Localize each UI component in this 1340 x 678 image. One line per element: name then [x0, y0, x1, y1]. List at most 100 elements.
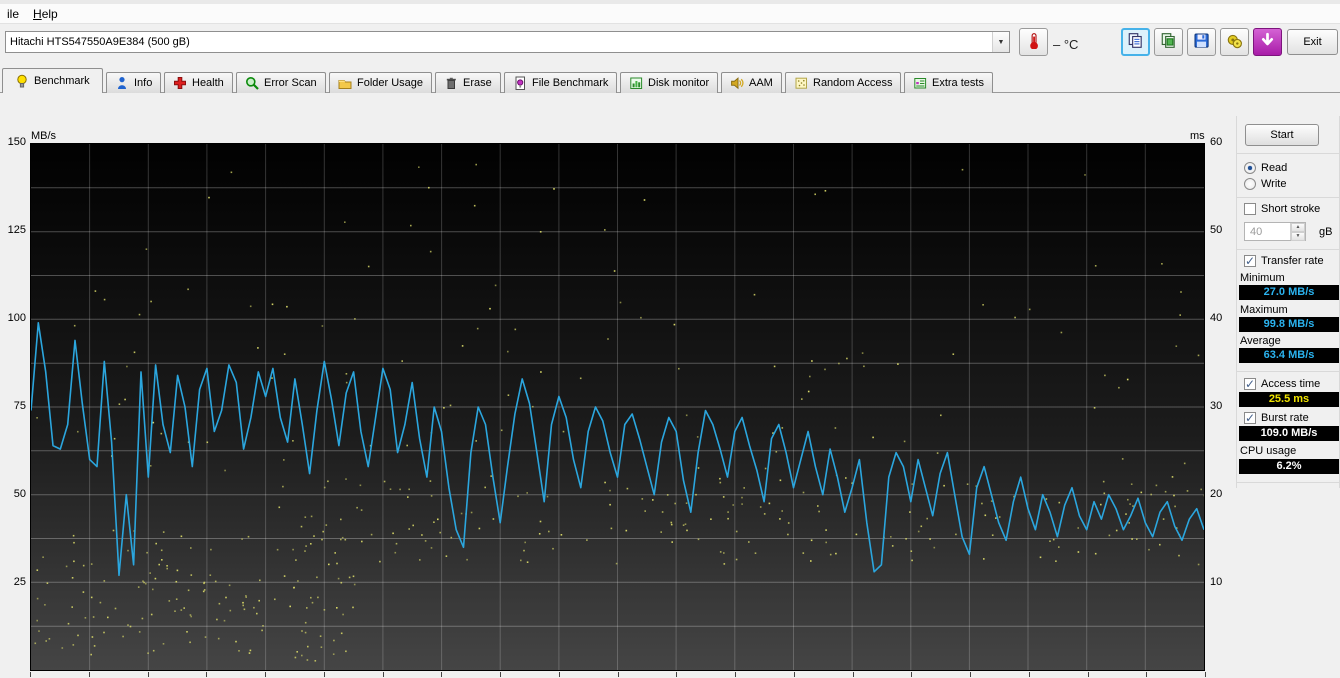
- average-label: Average: [1240, 335, 1281, 347]
- access-time-box[interactable]: [1244, 377, 1256, 391]
- file-benchmark-icon: [513, 76, 528, 91]
- read-radio[interactable]: Read: [1244, 161, 1287, 175]
- tab-label: Disk monitor: [648, 77, 710, 89]
- read-radio-label: Read: [1261, 162, 1288, 174]
- bottom-axis-tick: [30, 672, 31, 677]
- bottom-axis-tick: [735, 672, 736, 677]
- menu-file[interactable]: ile: [0, 5, 26, 23]
- options-button[interactable]: [1220, 28, 1249, 56]
- bottom-axis-tick: [148, 672, 149, 677]
- error-scan-icon: [245, 76, 260, 91]
- tab-bar: Benchmark Info Health Error Scan Folder Usag…: [0, 68, 1340, 93]
- tab-aam[interactable]: AAM: [721, 72, 782, 93]
- average-value: 63.4 MB/s: [1239, 348, 1339, 363]
- bottom-axis-tick: [794, 672, 795, 677]
- read-radio-circle[interactable]: [1244, 162, 1256, 174]
- write-radio-label: Write: [1261, 178, 1287, 190]
- spinner-up-icon[interactable]: ▲: [1291, 223, 1305, 232]
- right-axis-tick: 10: [1210, 576, 1223, 588]
- bottom-axis-tick: [1029, 672, 1030, 677]
- menu-help[interactable]: Help: [26, 5, 65, 23]
- chevron-down-icon[interactable]: ▼: [992, 32, 1009, 52]
- extra-tests-icon: [913, 76, 928, 91]
- short-stroke-box[interactable]: [1244, 203, 1256, 215]
- tab-label: Random Access: [813, 77, 893, 89]
- copy-image-button[interactable]: [1154, 28, 1183, 56]
- bottom-axis-tick: [1146, 672, 1147, 677]
- tab-label: File Benchmark: [532, 77, 609, 89]
- start-button[interactable]: Start: [1245, 124, 1319, 146]
- tab-erase[interactable]: Erase: [435, 72, 501, 93]
- tab-folder-usage[interactable]: Folder Usage: [329, 72, 433, 93]
- left-axis-tick: 100: [7, 312, 26, 324]
- tab-health[interactable]: Health: [164, 72, 233, 93]
- spinner-arrows[interactable]: ▲ ▼: [1290, 223, 1305, 241]
- bottom-axis-tick: [383, 672, 384, 677]
- folder-icon: [338, 76, 353, 91]
- tab-label: Health: [192, 77, 224, 89]
- temperature-value: – °C: [1053, 37, 1079, 52]
- tab-disk-monitor[interactable]: Disk monitor: [620, 72, 719, 93]
- burst-rate-value: 109.0 MB/s: [1239, 426, 1339, 441]
- health-icon: [173, 76, 188, 91]
- right-axis-tick: 40: [1210, 312, 1223, 324]
- transfer-rate-label: Transfer rate: [1261, 255, 1324, 267]
- bottom-axis-tick: [911, 672, 912, 677]
- tab-label: Erase: [463, 77, 492, 89]
- right-axis-tick: 50: [1210, 224, 1223, 236]
- right-axis-tick: 20: [1210, 488, 1223, 500]
- exit-button[interactable]: Exit: [1287, 29, 1338, 55]
- left-axis-unit-label: MB/s: [31, 130, 57, 142]
- download-button[interactable]: [1253, 28, 1282, 56]
- write-radio[interactable]: Write: [1244, 177, 1286, 191]
- tab-label: Folder Usage: [357, 77, 424, 89]
- temperature-button[interactable]: [1019, 28, 1048, 56]
- tab-error-scan[interactable]: Error Scan: [236, 72, 326, 93]
- bottom-axis-tick: [853, 672, 854, 677]
- spinner-down-icon[interactable]: ▼: [1291, 232, 1305, 241]
- tab-extra-tests[interactable]: Extra tests: [904, 72, 993, 93]
- access-time-value: 25.5 ms: [1239, 392, 1339, 407]
- transfer-rate-box[interactable]: [1244, 254, 1256, 268]
- transfer-rate-checkbox[interactable]: Transfer rate: [1244, 254, 1324, 268]
- tab-file-benchmark[interactable]: File Benchmark: [504, 72, 618, 93]
- aam-icon: [730, 76, 745, 91]
- drive-selector-combobox[interactable]: Hitachi HTS547550A9E384 (500 gB) ▼: [5, 31, 1010, 53]
- burst-rate-box[interactable]: [1244, 411, 1256, 425]
- right-axis-tick: 30: [1210, 400, 1223, 412]
- separator: [1237, 371, 1340, 372]
- tab-random-access[interactable]: Random Access: [785, 72, 902, 93]
- left-axis-tick: 150: [7, 136, 26, 148]
- bottom-axis-tick: [265, 672, 266, 677]
- tab-label: AAM: [749, 77, 773, 89]
- access-time-checkbox[interactable]: Access time: [1244, 377, 1320, 391]
- minimum-value: 27.0 MB/s: [1239, 285, 1339, 300]
- capacity-spinner[interactable]: 40 ▲ ▼: [1244, 222, 1306, 241]
- short-stroke-checkbox[interactable]: Short stroke: [1244, 202, 1320, 216]
- disk-monitor-icon: [629, 76, 644, 91]
- info-icon: [115, 76, 130, 91]
- bottom-axis-tick: [559, 672, 560, 677]
- bottom-axis-tick: [89, 672, 90, 677]
- burst-rate-checkbox[interactable]: Burst rate: [1244, 411, 1309, 425]
- write-radio-circle[interactable]: [1244, 178, 1256, 190]
- bottom-axis-tick: [1205, 672, 1206, 677]
- separator: [1237, 249, 1340, 250]
- separator: [1237, 153, 1340, 154]
- tab-benchmark[interactable]: Benchmark: [2, 68, 103, 93]
- left-axis-tick: 125: [7, 224, 26, 236]
- benchmark-controls-panel: Start Read Write Short stroke 40 ▲▼ gB T…: [1236, 116, 1340, 488]
- toolbar: Hitachi HTS547550A9E384 (500 gB) ▼ – °C …: [0, 25, 1340, 67]
- tab-info[interactable]: Info: [106, 72, 162, 93]
- bottom-axis-tick: [676, 672, 677, 677]
- copy-text-button[interactable]: [1121, 28, 1150, 56]
- access-time-label: Access time: [1261, 378, 1321, 390]
- maximum-value: 99.8 MB/s: [1239, 317, 1339, 332]
- left-axis-tick: 75: [13, 400, 26, 412]
- save-button[interactable]: [1187, 28, 1216, 56]
- erase-icon: [444, 76, 459, 91]
- bottom-axis-tick: [1088, 672, 1089, 677]
- tab-label: Extra tests: [932, 77, 984, 89]
- bottom-axis-tick: [206, 672, 207, 677]
- left-axis-tick: 50: [13, 488, 26, 500]
